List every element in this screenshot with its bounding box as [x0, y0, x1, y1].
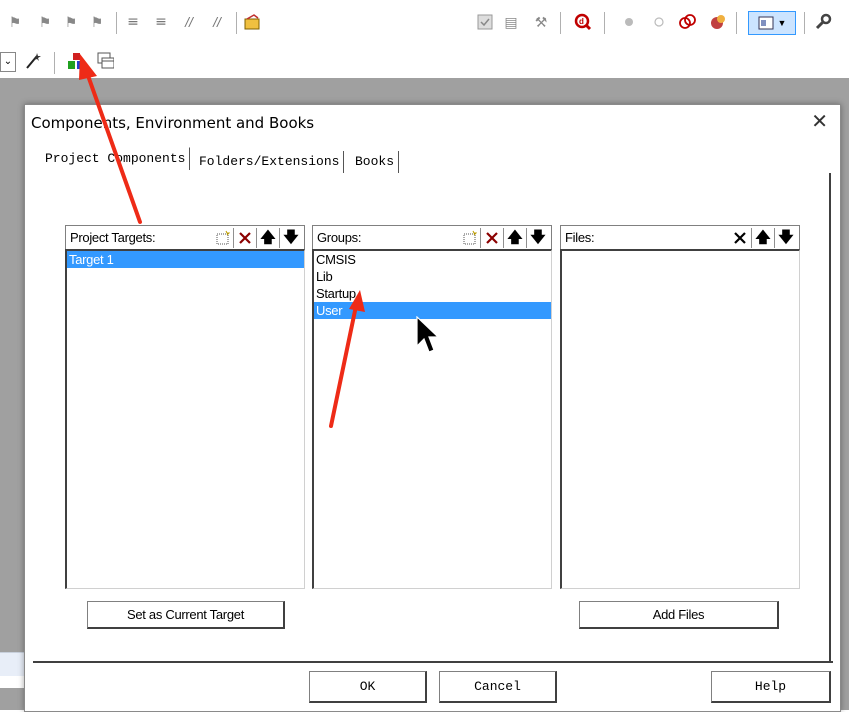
- files-header: Files: 🡅 🡇: [560, 225, 800, 249]
- files-list[interactable]: [560, 249, 800, 589]
- files-toolbar: 🡅 🡇: [729, 228, 797, 248]
- breakpoint-disable-icon[interactable]: [650, 13, 668, 31]
- window-layout-icon[interactable]: ▼: [748, 11, 796, 35]
- toolbar-separator: [804, 12, 805, 34]
- build-icon[interactable]: ▤: [502, 13, 520, 31]
- cancel-button[interactable]: Cancel: [439, 671, 557, 703]
- mouse-cursor-icon: [416, 316, 438, 353]
- groups-header: Groups: 🡅 🡇: [312, 225, 552, 249]
- project-window-icon[interactable]: [96, 52, 114, 70]
- open-file-icon[interactable]: [244, 13, 262, 31]
- delete-target-icon[interactable]: [233, 228, 256, 248]
- rebuild-icon[interactable]: ⚒: [532, 13, 550, 31]
- main-toolbar: ⚑ ⚑ ⚑ ⚑ ≡ ≡ // // ▤ ⚒ d ▼: [0, 0, 849, 45]
- ok-button[interactable]: OK: [309, 671, 427, 703]
- move-target-down-icon[interactable]: 🡇: [279, 228, 302, 248]
- wand-icon[interactable]: [24, 52, 42, 70]
- footer-divider: [33, 661, 833, 663]
- files-header-label: Files:: [565, 230, 595, 245]
- target-options-icon[interactable]: [476, 13, 494, 31]
- unindent-icon[interactable]: ≡: [152, 13, 170, 31]
- tab-books[interactable]: Books: [351, 151, 400, 173]
- targets-header: Project Targets: 🡅 🡇: [65, 225, 305, 249]
- new-target-icon[interactable]: [211, 228, 233, 248]
- comment-icon[interactable]: //: [180, 13, 198, 31]
- toolbar-separator: [236, 12, 237, 34]
- configure-icon[interactable]: [814, 13, 832, 31]
- help-button[interactable]: Help: [711, 671, 831, 703]
- close-icon[interactable]: ✕: [811, 111, 828, 131]
- breakpoint-insert-icon[interactable]: [620, 13, 638, 31]
- uncomment-icon[interactable]: //: [208, 13, 226, 31]
- bookmark-all-icon[interactable]: ⚑: [88, 13, 106, 31]
- add-files-button[interactable]: Add Files: [579, 601, 779, 629]
- select-dropdown-icon[interactable]: ⌄: [0, 52, 16, 72]
- list-item-group-lib[interactable]: Lib: [314, 268, 551, 285]
- toolbar-separator: [736, 12, 737, 34]
- groups-list[interactable]: CMSIS Lib Startup User: [312, 249, 552, 589]
- list-item-target-1[interactable]: Target 1: [67, 251, 304, 268]
- toolbar-separator: [54, 52, 55, 74]
- new-group-icon[interactable]: [458, 228, 480, 248]
- svg-text:d: d: [579, 17, 584, 26]
- bookmark-next-icon[interactable]: ⚑: [36, 13, 54, 31]
- breakpoint-kill-icon[interactable]: [678, 13, 696, 31]
- list-item-group-startup[interactable]: Startup: [314, 285, 551, 302]
- delete-group-icon[interactable]: [480, 228, 503, 248]
- toolbar-separator: [604, 12, 605, 34]
- bookmark-clear-icon[interactable]: ⚑: [62, 13, 80, 31]
- targets-toolbar: 🡅 🡇: [211, 228, 302, 248]
- move-target-up-icon[interactable]: 🡅: [256, 228, 279, 248]
- tab-project-components[interactable]: Project Components: [40, 147, 191, 170]
- indent-icon[interactable]: ≡: [124, 13, 142, 31]
- toolbar-separator: [116, 12, 117, 34]
- toolbar-separator: [560, 12, 561, 34]
- groups-toolbar: 🡅 🡇: [458, 228, 549, 248]
- targets-header-label: Project Targets:: [70, 230, 156, 245]
- dropdown-arrow-icon[interactable]: ▼: [778, 14, 787, 32]
- set-current-target-button[interactable]: Set as Current Target: [87, 601, 285, 629]
- list-item-group-cmsis[interactable]: CMSIS: [314, 251, 551, 268]
- move-file-up-icon[interactable]: 🡅: [751, 228, 774, 248]
- secondary-toolbar: ⌄: [0, 44, 849, 78]
- manage-components-icon[interactable]: [66, 52, 84, 70]
- dialog-title: Components, Environment and Books: [31, 114, 315, 132]
- components-dialog: Components, Environment and Books ✕ Proj…: [24, 104, 841, 712]
- move-file-down-icon[interactable]: 🡇: [774, 228, 797, 248]
- groups-header-label: Groups:: [317, 230, 362, 245]
- debug-icon[interactable]: d: [574, 13, 592, 31]
- tab-folders-extensions[interactable]: Folders/Extensions: [195, 151, 345, 173]
- bookmark-prev-icon[interactable]: ⚑: [6, 13, 24, 31]
- stop-icon[interactable]: [708, 13, 726, 31]
- move-group-up-icon[interactable]: 🡅: [503, 228, 526, 248]
- move-group-down-icon[interactable]: 🡇: [526, 228, 549, 248]
- targets-list[interactable]: Target 1: [65, 249, 305, 589]
- delete-file-icon[interactable]: [729, 228, 751, 248]
